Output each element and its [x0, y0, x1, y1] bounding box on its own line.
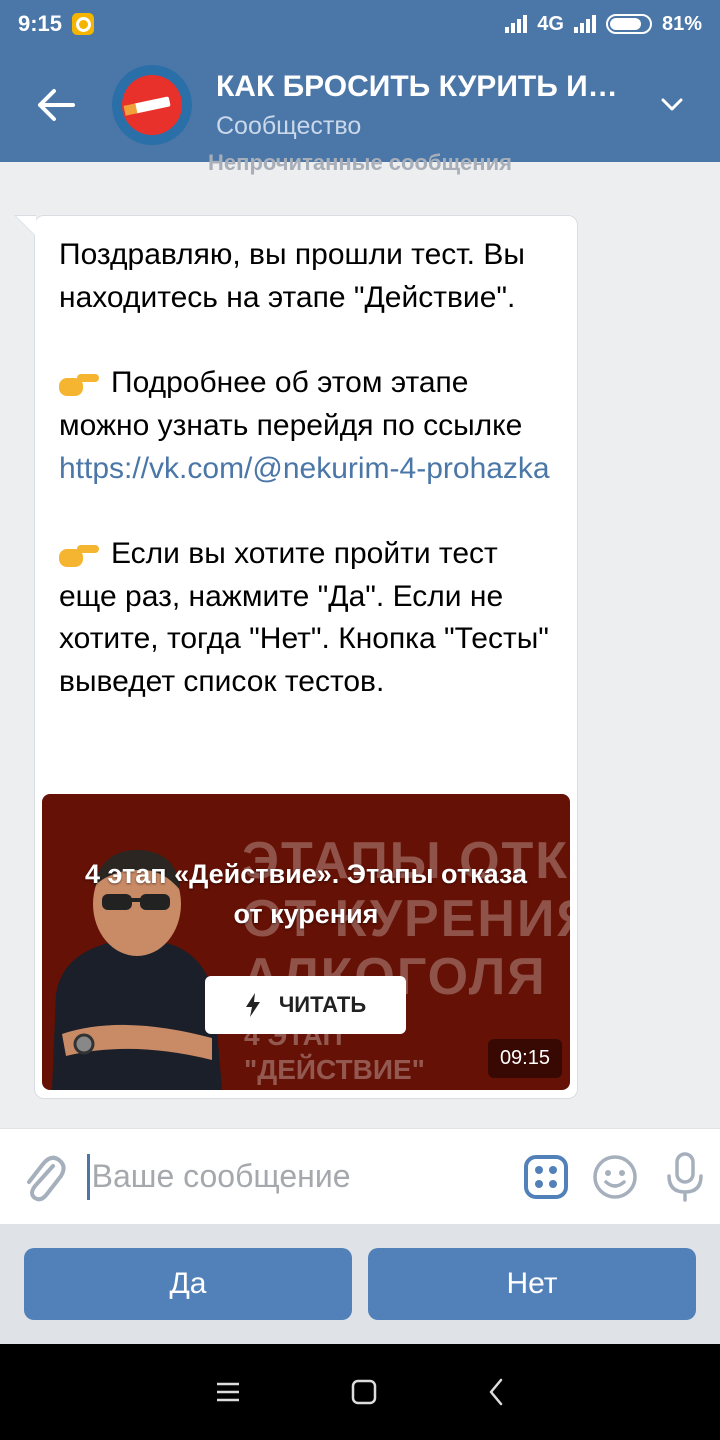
article-duration: 09:15 — [487, 1039, 562, 1078]
read-button[interactable]: ЧИТАТЬ — [205, 976, 406, 1034]
chevron-down-icon — [661, 98, 683, 111]
message-paragraph-2: Подробнее об этом этапе можно узнать пер… — [59, 366, 550, 485]
header-titles[interactable]: КАК БРОСИТЬ КУРИТЬ И… Сообщество — [216, 70, 624, 141]
text-cursor — [87, 1153, 90, 1200]
microphone-icon — [667, 1151, 703, 1202]
signal-icon-2 — [573, 15, 596, 33]
message-paragraph-3: Если вы хотите пройти тест еще раз, нажм… — [59, 536, 549, 698]
emoji-button[interactable] — [581, 1154, 650, 1200]
community-avatar[interactable] — [112, 65, 192, 145]
article-card[interactable]: ЭТАПЫ ОТКАЗА ОТ КУРЕНИЯ И АЛКОГОЛЯ 4 ЭТА… — [42, 794, 570, 1090]
no-button[interactable]: Нет — [368, 1248, 696, 1320]
chat-subtitle: Сообщество — [216, 111, 362, 140]
message-link[interactable]: https://vk.com/@nekurim-4-prohazka — [59, 452, 550, 485]
arrow-left-icon — [38, 89, 75, 121]
paperclip-icon — [26, 1155, 66, 1201]
voice-button[interactable] — [650, 1151, 720, 1202]
message-input[interactable] — [91, 1148, 512, 1205]
cigarette-icon — [133, 96, 171, 114]
message-text: Поздравляю, вы прошли тест. Вы находитес… — [59, 234, 559, 704]
bot-keyboard: Да Нет — [0, 1224, 720, 1344]
lightning-icon — [245, 993, 260, 1017]
back-nav-icon[interactable] — [487, 1378, 505, 1406]
unread-divider: Непрочитанные сообщения — [208, 150, 512, 175]
system-nav-bar — [0, 1344, 720, 1440]
pointing-hand-icon — [59, 372, 101, 397]
status-time: 9:15 — [18, 11, 63, 36]
message-paragraph-1: Поздравляю, вы прошли тест. Вы находитес… — [59, 238, 525, 314]
pointing-hand-icon — [59, 543, 101, 567]
read-button-label: ЧИТАТЬ — [278, 992, 367, 1017]
smile-icon — [593, 1154, 637, 1199]
back-button[interactable] — [0, 48, 112, 162]
signal-icon — [505, 15, 528, 33]
yes-button[interactable]: Да — [24, 1248, 352, 1320]
menu-icon[interactable] — [215, 1381, 241, 1403]
battery-icon — [605, 14, 652, 34]
home-icon[interactable] — [351, 1379, 377, 1405]
bot-keyboard-icon — [524, 1154, 569, 1199]
keyboard-buttons-toggle[interactable] — [512, 1154, 581, 1199]
article-title: 4 этап «Действие». Этапы отказа от курен… — [84, 859, 528, 929]
chat-title: КАК БРОСИТЬ КУРИТЬ И… — [216, 69, 618, 103]
battery-percent: 81% — [661, 12, 702, 35]
network-type: 4G — [537, 12, 564, 35]
status-bar: 9:15 4G 81% — [0, 0, 720, 48]
message-input-bar — [0, 1128, 720, 1224]
notification-app-icon — [72, 13, 95, 35]
attach-button[interactable] — [0, 1152, 87, 1202]
chat-header: КАК БРОСИТЬ КУРИТЬ И… Сообщество — [0, 48, 720, 162]
header-menu-button[interactable] — [624, 98, 720, 112]
